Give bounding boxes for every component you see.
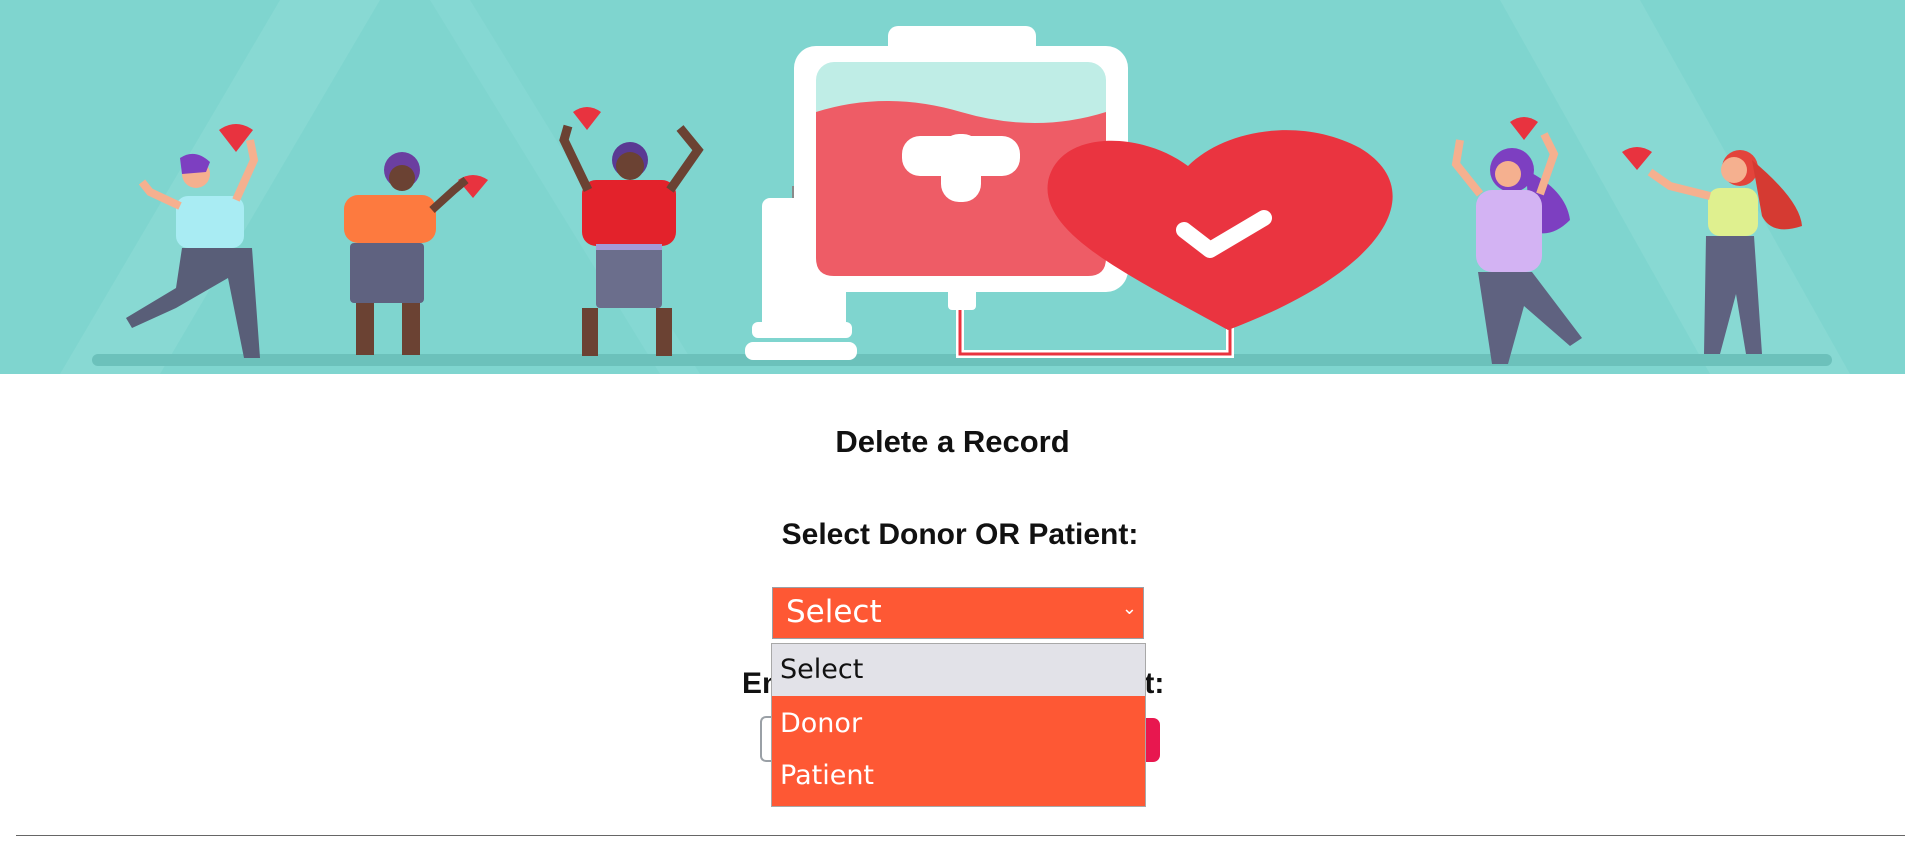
type-select-value: Select: [786, 594, 882, 630]
divider: [16, 835, 1905, 836]
page-title: Delete a Record: [835, 424, 1070, 459]
chevron-down-icon: ⌄: [1121, 598, 1137, 619]
type-select-dropdown[interactable]: Select Donor Patient: [771, 643, 1146, 807]
blood-donation-illustration: [60, 0, 1850, 374]
person-figure: [1451, 117, 1582, 364]
person-figure: [344, 152, 488, 355]
header-banner: [0, 0, 1905, 374]
option-patient[interactable]: Patient: [772, 750, 1145, 802]
heart-check-icon: [1047, 130, 1393, 330]
option-donor[interactable]: Donor: [772, 698, 1145, 750]
select-type-label: Select Donor OR Patient:: [781, 518, 1139, 551]
option-select[interactable]: Select: [772, 644, 1145, 696]
type-select[interactable]: Select ⌄: [772, 587, 1144, 639]
